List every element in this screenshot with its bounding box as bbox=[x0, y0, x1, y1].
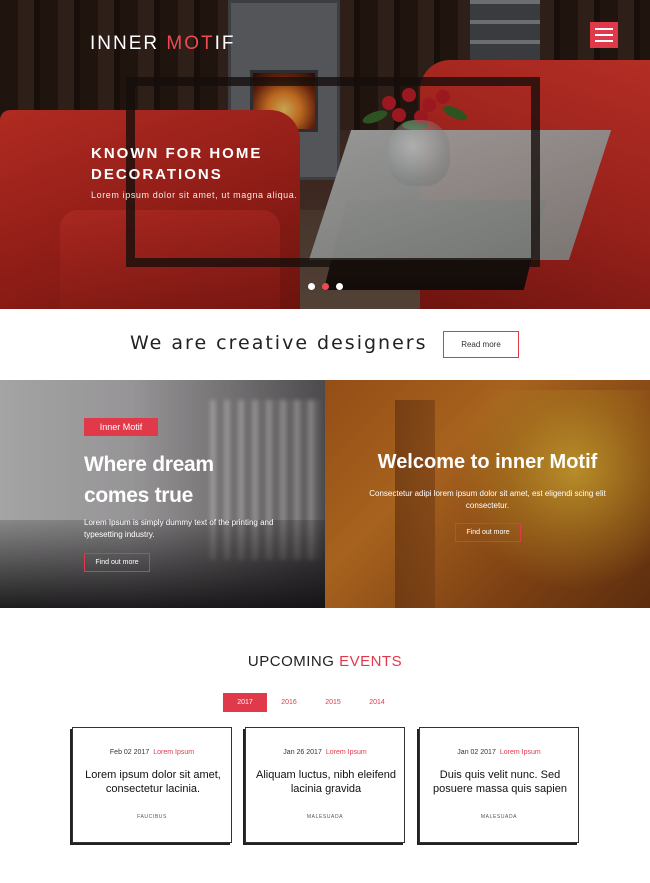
event-date: Feb 02 2017 bbox=[109, 749, 150, 756]
event-card[interactable]: Jan 26 2017 Lorem Ipsum Aliquam luctus, n… bbox=[245, 727, 405, 843]
logo-text-1: INNER bbox=[90, 33, 167, 54]
event-category-link[interactable]: Lorem Ipsum bbox=[326, 749, 367, 756]
year-tabs: 2017 2016 2015 2014 bbox=[223, 693, 399, 712]
tab-year-2015[interactable]: 2015 bbox=[311, 693, 355, 712]
event-meta: Jan 02 2017 Lorem Ipsum bbox=[420, 749, 578, 756]
badge-text-1: nner bbox=[102, 422, 123, 432]
slider-dot-1[interactable] bbox=[308, 283, 315, 290]
event-title[interactable]: Aliquam luctus, nibh eleifend lacinia gr… bbox=[254, 768, 398, 796]
event-date: Jan 26 2017 bbox=[283, 749, 322, 756]
events-heading-accent: EVENTS bbox=[339, 653, 403, 670]
tagline-text: We are creative designers bbox=[130, 332, 428, 354]
event-meta: Feb 02 2017 Lorem Ipsum bbox=[73, 749, 231, 756]
promo-left-text: Lorem Ipsum is simply dummy text of the … bbox=[84, 518, 274, 539]
tab-year-2014[interactable]: 2014 bbox=[355, 693, 399, 712]
logo-text-accent: MOT bbox=[166, 33, 215, 54]
hero-subtitle: Lorem ipsum dolor sit amet, ut magna ali… bbox=[91, 190, 298, 200]
read-more-button[interactable]: Read more bbox=[443, 331, 519, 358]
event-card[interactable]: Jan 02 2017 Lorem Ipsum Duis quis velit n… bbox=[419, 727, 579, 843]
event-tag: MALESUADA bbox=[480, 814, 518, 820]
promo-right-find-out-more-button[interactable]: Find out more bbox=[455, 523, 521, 542]
promo-left-title: Where dream comes true bbox=[84, 453, 214, 507]
hero-title: KNOWN FOR HOME DECORATIONS bbox=[91, 145, 263, 183]
logo-text-2: IF bbox=[214, 33, 236, 54]
hamburger-menu-icon[interactable] bbox=[590, 22, 618, 48]
event-category-link[interactable]: Lorem Ipsum bbox=[500, 749, 541, 756]
tab-year-2017[interactable]: 2017 bbox=[223, 693, 267, 712]
event-tag: MALESUADA bbox=[306, 814, 344, 820]
event-card[interactable]: Feb 02 2017 Lorem Ipsum Lorem ipsum dolor… bbox=[72, 727, 232, 843]
slider-dot-3[interactable] bbox=[336, 283, 343, 290]
event-category-link[interactable]: Lorem Ipsum bbox=[153, 749, 194, 756]
promo-badge: Inner Motif bbox=[84, 418, 158, 436]
promo-right-text: Consectetur adipi lorem ipsum dolor sit … bbox=[369, 489, 606, 510]
promo-left-find-out-more-button[interactable]: Find out more bbox=[84, 553, 150, 572]
events-heading-text: UPCOMING bbox=[247, 653, 340, 670]
event-tag: FAUCIBUS bbox=[137, 814, 167, 820]
promo-right-title: Welcome to inner Motif bbox=[377, 451, 598, 473]
events-heading: UPCOMING EVENTS bbox=[0, 653, 650, 670]
badge-text-2: otif bbox=[130, 422, 143, 432]
event-meta: Jan 26 2017 Lorem Ipsum bbox=[246, 749, 404, 756]
site-logo[interactable]: INNER MOTIF bbox=[90, 33, 236, 55]
slider-dots bbox=[308, 283, 343, 290]
event-title[interactable]: Duis quis velit nunc. Sed posuere massa … bbox=[428, 768, 572, 796]
event-title[interactable]: Lorem ipsum dolor sit amet, consectetur … bbox=[81, 768, 225, 796]
hero-slider: INNER MOTIF KNOWN FOR HOME DECORATIONS L… bbox=[0, 0, 650, 309]
tab-year-2016[interactable]: 2016 bbox=[267, 693, 311, 712]
event-date: Jan 02 2017 bbox=[457, 749, 496, 756]
slider-dot-2[interactable] bbox=[322, 283, 329, 290]
